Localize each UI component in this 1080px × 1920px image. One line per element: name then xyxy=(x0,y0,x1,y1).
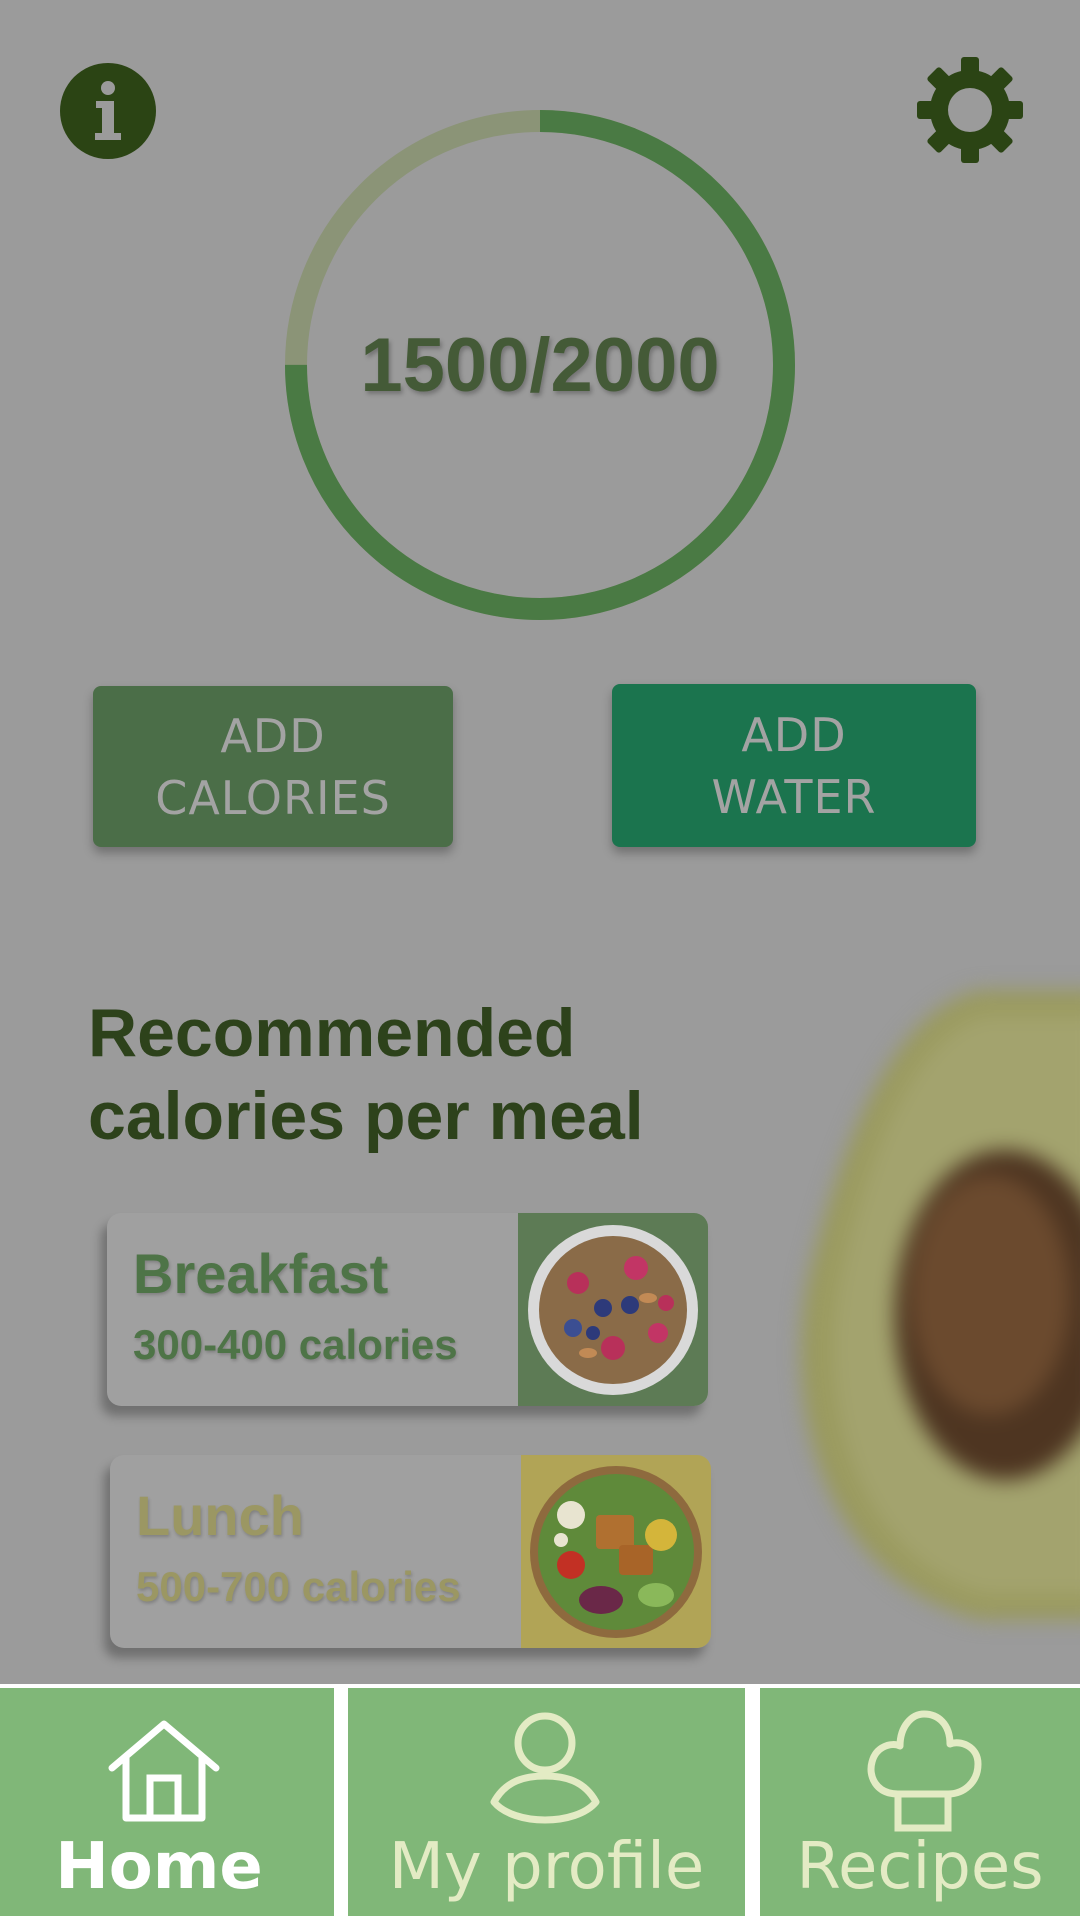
meal-name: Lunch xyxy=(136,1484,304,1547)
avocado-image xyxy=(800,990,1080,1620)
nav-label-home: Home xyxy=(55,1830,263,1904)
nav-tab-recipes[interactable]: Recipes xyxy=(760,1688,1080,1916)
home-icon xyxy=(108,1720,220,1822)
gear-icon[interactable] xyxy=(915,55,1025,165)
add-water-button[interactable]: ADD WATER xyxy=(612,684,976,847)
meal-calories: 300-400 calories xyxy=(133,1321,458,1368)
info-icon[interactable] xyxy=(60,63,156,159)
nav-label-profile: My profile xyxy=(388,1830,705,1904)
add-calories-button[interactable]: ADD CALORIES xyxy=(93,686,453,847)
meal-card-breakfast[interactable]: Breakfast 300-400 calories xyxy=(107,1213,708,1406)
bottom-navigation: Home My profile Recipes xyxy=(0,1684,1080,1920)
breakfast-image xyxy=(518,1213,708,1406)
calorie-counter: 1500/2000 xyxy=(360,322,720,408)
nav-tab-profile[interactable]: My profile xyxy=(348,1688,745,1916)
meal-card-lunch[interactable]: Lunch 500-700 calories xyxy=(110,1455,711,1648)
nav-tab-home[interactable]: Home xyxy=(0,1688,334,1916)
lunch-image xyxy=(521,1455,711,1648)
meal-name: Breakfast xyxy=(133,1242,389,1305)
user-icon xyxy=(490,1712,600,1824)
meal-calories: 500-700 calories xyxy=(136,1563,461,1610)
recommended-heading: Recommended calories per meal xyxy=(88,995,644,1154)
nav-label-recipes: Recipes xyxy=(796,1830,1044,1904)
chef-hat-icon xyxy=(867,1710,982,1832)
